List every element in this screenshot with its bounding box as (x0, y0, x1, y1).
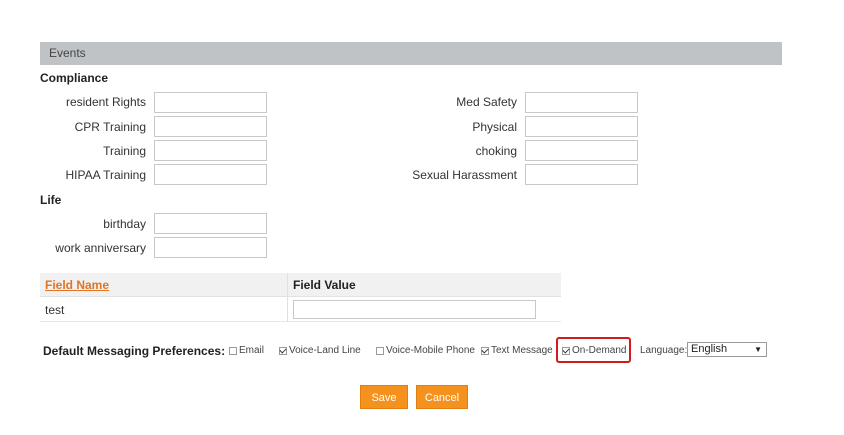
cancel-button[interactable]: Cancel (416, 385, 468, 409)
field-value-input[interactable] (293, 300, 536, 319)
label-cpr-training: CPR Training (74, 120, 146, 134)
input-sexual-harassment[interactable] (525, 164, 638, 185)
language-label: Language: (640, 345, 688, 356)
option-email[interactable]: Email (229, 345, 264, 356)
on-demand-highlight-box (556, 337, 631, 363)
voice-mobile-phone-checkbox[interactable] (376, 346, 384, 355)
label-physical: Physical (472, 120, 517, 134)
input-birthday[interactable] (154, 213, 267, 234)
label-birthday: birthday (103, 217, 146, 231)
label-resident-rights: resident Rights (65, 95, 146, 109)
input-work-anniversary[interactable] (154, 237, 267, 258)
messaging-preferences-label: Default Messaging Preferences: (43, 344, 226, 358)
label-hipaa-training: HIPAA Training (65, 168, 146, 182)
label-work-anniversary: work anniversary (55, 241, 146, 255)
group-title-life: Life (40, 193, 62, 207)
input-choking[interactable] (525, 140, 638, 161)
label-sexual-harassment: Sexual Harassment (412, 168, 517, 182)
field-name-cell: test (45, 303, 65, 317)
column-header-field-name[interactable]: Field Name (45, 278, 109, 292)
language-select-value: English (691, 343, 728, 355)
label-med-safety: Med Safety (456, 95, 517, 109)
language-select[interactable]: English ▼ (687, 342, 767, 357)
input-resident-rights[interactable] (154, 92, 267, 113)
text-message-label: Text Message (491, 345, 553, 356)
section-header-events: Events (40, 42, 782, 65)
column-divider (287, 273, 288, 322)
voice-mobile-phone-label: Voice-Mobile Phone (386, 345, 475, 356)
section-title: Events (49, 46, 86, 60)
option-voice-mobile-phone[interactable]: Voice-Mobile Phone (376, 345, 475, 356)
save-button[interactable]: Save (360, 385, 408, 409)
input-hipaa-training[interactable] (154, 164, 267, 185)
email-label: Email (239, 345, 265, 356)
chevron-down-icon: ▼ (754, 345, 762, 354)
group-title-compliance: Compliance (40, 71, 109, 85)
column-header-field-value: Field Value (293, 278, 356, 292)
input-med-safety[interactable] (525, 92, 638, 113)
voice-land-line-label: Voice-Land Line (289, 345, 361, 356)
input-physical[interactable] (525, 116, 638, 137)
label-training: Training (103, 144, 146, 158)
input-cpr-training[interactable] (154, 116, 267, 137)
option-text-message[interactable]: Text Message (481, 345, 553, 356)
text-message-checkbox[interactable] (481, 346, 489, 355)
label-choking: choking (475, 144, 517, 158)
input-training[interactable] (154, 140, 267, 161)
option-voice-land-line[interactable]: Voice-Land Line (279, 345, 361, 356)
voice-land-line-checkbox[interactable] (279, 346, 287, 355)
email-checkbox[interactable] (229, 346, 237, 355)
